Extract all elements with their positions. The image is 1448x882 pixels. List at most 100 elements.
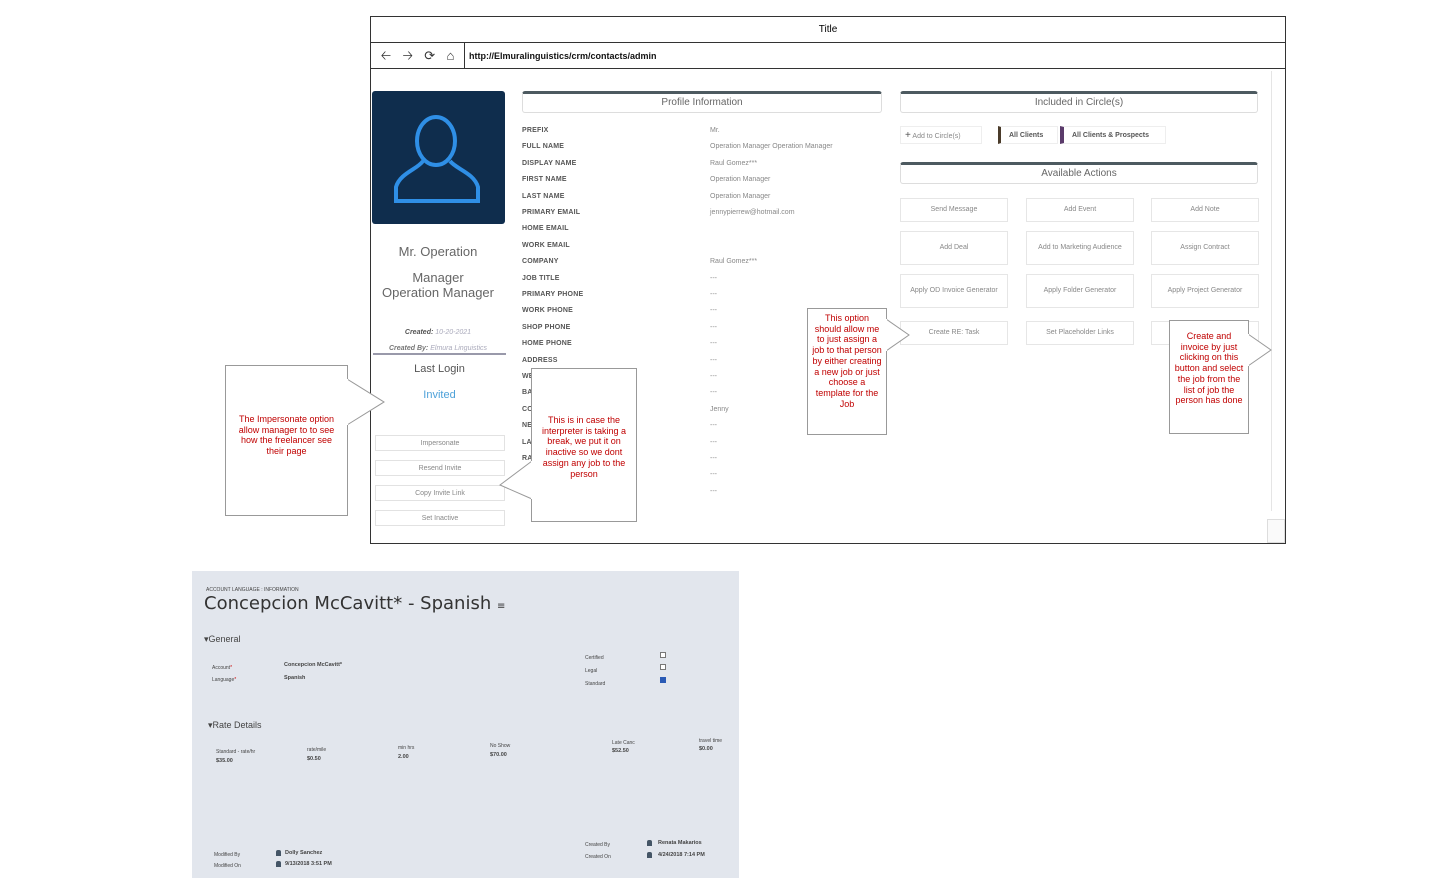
language-value[interactable]: Spanish	[284, 675, 305, 681]
circle-chip-all-clients[interactable]: All Clients	[998, 126, 1058, 144]
field-value: ---	[710, 487, 717, 495]
field-label: HOME PHONE	[522, 340, 572, 348]
created-by-photo-label: Created By	[585, 842, 611, 848]
field-label: JOB TITLE	[522, 274, 560, 282]
field-value: ---	[710, 291, 717, 298]
modified-on-label: Modified On	[214, 863, 241, 869]
action-apply-project-generator-button[interactable]: Apply Project Generator	[1151, 274, 1259, 308]
action-create-re-task-button[interactable]: Create RE: Task	[900, 321, 1008, 345]
plus-icon: +	[905, 130, 911, 141]
field-label: WORK EMAIL	[522, 241, 570, 249]
action-add-to-marketing-audience-button[interactable]: Add to Marketing Audience	[1026, 231, 1134, 265]
account-value[interactable]: Concepcion McCavitt*	[284, 662, 342, 668]
general-section-toggle[interactable]: ▾General	[204, 634, 241, 645]
action-add-event-button[interactable]: Add Event	[1026, 198, 1134, 222]
created-by: Created By: Elmura Linguistics	[371, 345, 505, 352]
field-value: jennypierrew@hotmail.com	[710, 209, 795, 216]
account-label: Account*	[212, 665, 233, 671]
field-value: Operation Manager	[710, 176, 771, 184]
add-to-circle-button[interactable]: + Add to Circle(s)	[900, 126, 982, 144]
min-hrs-label: min hrs	[398, 745, 415, 751]
profile-field-row: FULL NAME Operation Manager Operation Man…	[522, 143, 882, 159]
created-by-label: Created By:	[388, 345, 429, 352]
profile-field-row: HOME EMAIL	[522, 225, 882, 241]
rate-mile-value: $0.50	[307, 756, 321, 762]
impersonate-button[interactable]: Impersonate	[375, 435, 505, 451]
inactive-callout: This is in case the interpreter is takin…	[531, 368, 637, 522]
field-value: ---	[710, 356, 717, 364]
created-on-photo-label: Created On	[585, 854, 611, 860]
field-value: ---	[710, 389, 717, 397]
legal-label: Legal	[585, 668, 598, 674]
back-arrow-icon[interactable]: 🡠	[381, 49, 392, 62]
forward-arrow-icon[interactable]: 🡢	[402, 49, 413, 62]
field-value: Raul Gomez***	[710, 159, 758, 167]
profile-info-header: Profile Information	[522, 91, 882, 113]
person-icon	[647, 840, 652, 846]
address-bar[interactable]: http://Elmuralinguistics/crm/contacts/ad…	[465, 43, 1285, 68]
legal-checkbox[interactable]	[660, 664, 666, 670]
avatar	[372, 91, 505, 224]
photo-record-title: Concepcion McCavitt* - Spanish ≡	[204, 593, 505, 614]
field-label: PRIMARY EMAIL	[522, 209, 581, 216]
profile-field-row: WORK EMAIL	[522, 242, 882, 258]
window-title: Title	[371, 17, 1285, 43]
home-icon[interactable]: ⌂	[446, 49, 454, 62]
action-apply-od-invoice-generator-button[interactable]: Apply OD Invoice Generator	[900, 274, 1008, 308]
standard-checkbox[interactable]	[660, 677, 666, 683]
action-send-message-button[interactable]: Send Message	[900, 198, 1008, 222]
created-on-photo-value: 4/24/2018 7:14 PM	[658, 852, 705, 858]
field-value: Operation Manager Operation Manager	[710, 143, 833, 151]
action-apply-folder-generator-button[interactable]: Apply Folder Generator	[1026, 274, 1134, 308]
last-login-title: Last Login	[414, 363, 465, 375]
profile-field-row: COMPANY Raul Gomez***	[522, 258, 882, 274]
nav-buttons: 🡠 🡢 ⟳ ⌂	[371, 43, 465, 68]
field-label: FULL NAME	[522, 143, 565, 151]
rate-mile-label: rate/mile	[307, 747, 327, 753]
late-canc-label: Late Canc	[612, 740, 635, 746]
profile-field-row: PRIMARY EMAIL jennypierrew@hotmail.com	[522, 209, 882, 225]
created-by-value: Elmura Linguistics	[430, 345, 488, 352]
action-add-deal-button[interactable]: Add Deal	[900, 231, 1008, 265]
modified-on-value: 9/13/2018 3:51 PM	[285, 861, 332, 867]
calendar-icon	[647, 852, 652, 858]
contact-name: Mr. Operation Manager	[371, 239, 505, 291]
travel-time-label: travel time	[699, 738, 723, 744]
field-value: ---	[710, 323, 717, 331]
created-value: 10-20-2021	[435, 329, 472, 336]
action-assign-contract-button[interactable]: Assign Contract	[1151, 231, 1259, 265]
modified-by-value[interactable]: Dolly Sanchez	[285, 850, 322, 856]
field-value: ---	[710, 422, 717, 430]
min-hrs-value: 2.00	[398, 754, 409, 760]
name-line-1: Mr. Operation	[398, 244, 478, 259]
no-show-label: No Show	[490, 743, 511, 749]
circles-header: Included in Circle(s)	[900, 91, 1258, 113]
refresh-icon[interactable]: ⟳	[424, 49, 435, 62]
corner-widget[interactable]	[1267, 519, 1285, 543]
calendar-icon	[276, 861, 281, 867]
profile-field-row: PREFIX Mr.	[522, 127, 882, 143]
field-label: ADDRESS	[522, 356, 558, 364]
set-inactive-button[interactable]: Set Inactive	[375, 510, 505, 526]
certified-checkbox[interactable]	[660, 652, 666, 658]
circle-chip-all-clients-prospects[interactable]: All Clients & Prospects	[1060, 126, 1166, 144]
login-status: Invited	[423, 389, 456, 401]
profile-field-row: PRIMARY PHONE ---	[522, 291, 882, 307]
profile-field-row: LAST NAME Operation Manager	[522, 193, 882, 209]
general-section-label: General	[208, 634, 241, 644]
standard-label: Standard	[585, 681, 606, 687]
available-actions-header: Available Actions	[900, 162, 1258, 184]
scrollbar-track[interactable]	[1271, 71, 1272, 511]
add-to-circle-label: Add to Circle(s)	[912, 133, 961, 140]
rate-standard-label: Standard - rate/hr	[216, 749, 256, 755]
created-by-photo-value[interactable]: Renata Makarios	[658, 840, 702, 846]
action-add-note-button[interactable]: Add Note	[1151, 198, 1259, 222]
resend-invite-button[interactable]: Resend Invite	[375, 460, 505, 476]
rate-details-toggle[interactable]: ▾Rate Details	[208, 720, 262, 731]
action-set-placeholder-links-button[interactable]: Set Placeholder Links	[1026, 321, 1134, 345]
field-label: WORK PHONE	[522, 307, 573, 315]
impersonate-callout: The Impersonate option allow manager to …	[225, 365, 348, 516]
copy-invite-link-button[interactable]: Copy Invite Link	[375, 485, 505, 501]
field-label: COMPANY	[522, 258, 559, 266]
profile-field-row: JOB TITLE ---	[522, 275, 882, 291]
